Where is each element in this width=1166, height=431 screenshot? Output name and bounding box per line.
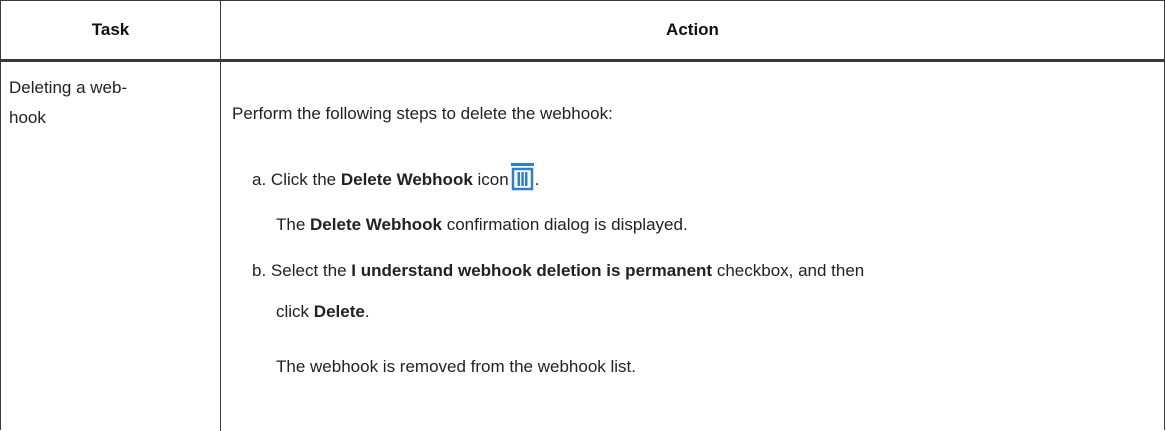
action-intro: Perform the following steps to delete th…	[232, 104, 613, 123]
step-b: b. Select the I understand webhook delet…	[252, 261, 1132, 281]
step-b-marker: b.	[252, 261, 267, 280]
step-b-result: The webhook is removed from the webhook …	[276, 357, 637, 376]
step-b-pre: Select the	[270, 261, 347, 280]
step-a-result: The Delete Webhook confirmation dialog i…	[276, 215, 1156, 235]
step-a-pre: Click the	[270, 170, 337, 189]
step-a-result-post: confirmation dialog is displayed.	[446, 215, 688, 234]
step-a-result-bold: Delete Webhook	[310, 215, 442, 234]
task-line-1: Deleting a web-	[9, 78, 128, 97]
task-action-table: Task Action Deleting a web- hook Perform…	[0, 0, 1165, 431]
step-a-marker: a.	[252, 170, 267, 189]
step-a-bold: Delete Webhook	[340, 170, 473, 189]
header-action: Action	[666, 20, 719, 39]
trash-icon	[510, 163, 534, 191]
header-task: Task	[91, 20, 130, 39]
step-b-bold: I understand webhook deletion is permane…	[351, 261, 713, 280]
step-a-result-pre: The	[276, 215, 306, 234]
step-b-post: checkbox, and then	[716, 261, 865, 280]
column-divider	[220, 1, 221, 431]
step-b-line2-pre: click	[276, 302, 310, 321]
step-b-line2-bold: Delete	[313, 302, 365, 321]
step-a-post: icon	[477, 170, 509, 189]
step-a: a. Click the Delete Webhook icon .	[252, 161, 1132, 191]
table-header-row: Task Action	[1, 1, 1164, 62]
step-a-end: .	[534, 170, 540, 189]
task-line-2: hook	[9, 108, 46, 127]
task-cell: Deleting a web- hook	[9, 73, 209, 133]
step-b-line2-end: .	[364, 302, 370, 321]
step-b-line-2: click Delete.	[276, 302, 1156, 322]
